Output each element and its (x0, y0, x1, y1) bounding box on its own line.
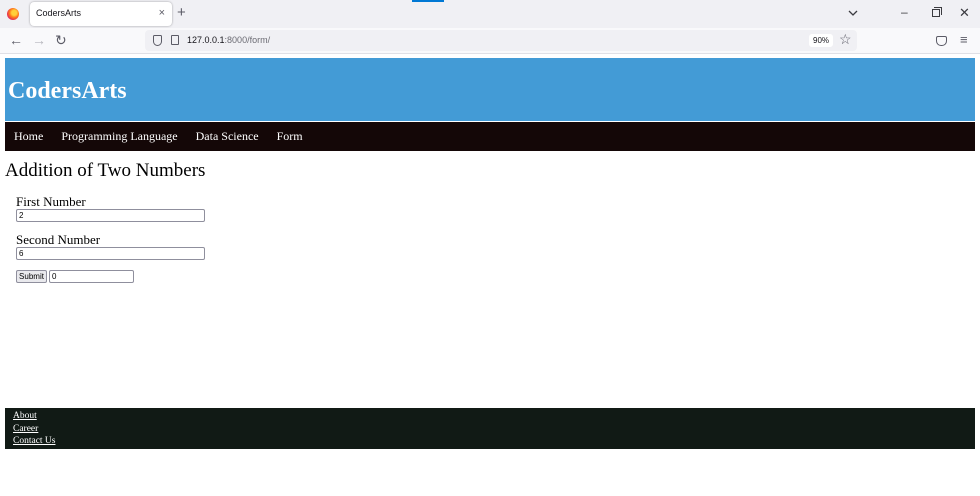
browser-toolbar: ← → ↻ 127.0.0.1:8000/form/ 90% ☆ ≡ (0, 28, 980, 54)
footer-link-career[interactable]: Career (13, 424, 38, 434)
first-number-label: First Number (16, 194, 86, 209)
firefox-logo-icon[interactable] (7, 8, 19, 20)
second-number-label: Second Number (16, 232, 101, 247)
footer-link-about[interactable]: About (13, 411, 37, 421)
site-header: CodersArts (5, 58, 975, 121)
shield-icon[interactable] (153, 35, 162, 46)
result-input[interactable] (49, 270, 134, 283)
site-footer: About Career Contact Us (5, 408, 975, 449)
window-minimize-icon[interactable]: – (901, 5, 908, 19)
reload-icon[interactable]: ↻ (55, 32, 67, 48)
nav-item-programming-language[interactable]: Programming Language (52, 122, 186, 151)
hamburger-menu-icon[interactable]: ≡ (960, 32, 968, 47)
chevron-down-icon[interactable] (847, 7, 859, 19)
new-tab-icon[interactable]: + (177, 4, 186, 22)
url-text[interactable]: 127.0.0.1:8000/form/ (187, 35, 270, 45)
footer-link-contact-us[interactable]: Contact Us (13, 436, 55, 446)
url-path: :8000/form/ (224, 35, 271, 45)
nav-item-data-science[interactable]: Data Science (187, 122, 268, 151)
submit-button[interactable]: Submit (16, 270, 47, 283)
url-host: 127.0.0.1 (187, 35, 225, 45)
url-bar[interactable]: 127.0.0.1:8000/form/ 90% ☆ (145, 30, 857, 51)
page-viewport: CodersArts Home Programming Language Dat… (0, 55, 980, 496)
tab-title: CodersArts (36, 8, 82, 18)
tab-close-icon[interactable]: × (159, 6, 165, 20)
nav-item-home[interactable]: Home (5, 122, 52, 151)
bookmark-star-icon[interactable]: ☆ (839, 31, 852, 48)
pocket-icon[interactable] (936, 36, 947, 46)
zoom-level-badge[interactable]: 90% (809, 34, 834, 47)
back-icon[interactable]: ← (9, 32, 23, 48)
browser-tab-active[interactable]: CodersArts × (30, 2, 172, 26)
window-restore-icon[interactable] (932, 7, 942, 17)
site-title: CodersArts (8, 78, 127, 104)
nav-item-form[interactable]: Form (268, 122, 312, 151)
form-heading: Addition of Two Numbers (5, 160, 206, 181)
page-info-icon[interactable] (171, 35, 179, 45)
tab-strip-accent (412, 0, 444, 2)
window-close-icon[interactable]: ✕ (959, 5, 970, 21)
site-nav: Home Programming Language Data Science F… (5, 122, 975, 151)
browser-tab-strip: CodersArts × + – ✕ (0, 0, 980, 28)
second-number-input[interactable] (16, 247, 205, 260)
first-number-input[interactable] (16, 209, 205, 222)
forward-icon[interactable]: → (32, 32, 46, 48)
